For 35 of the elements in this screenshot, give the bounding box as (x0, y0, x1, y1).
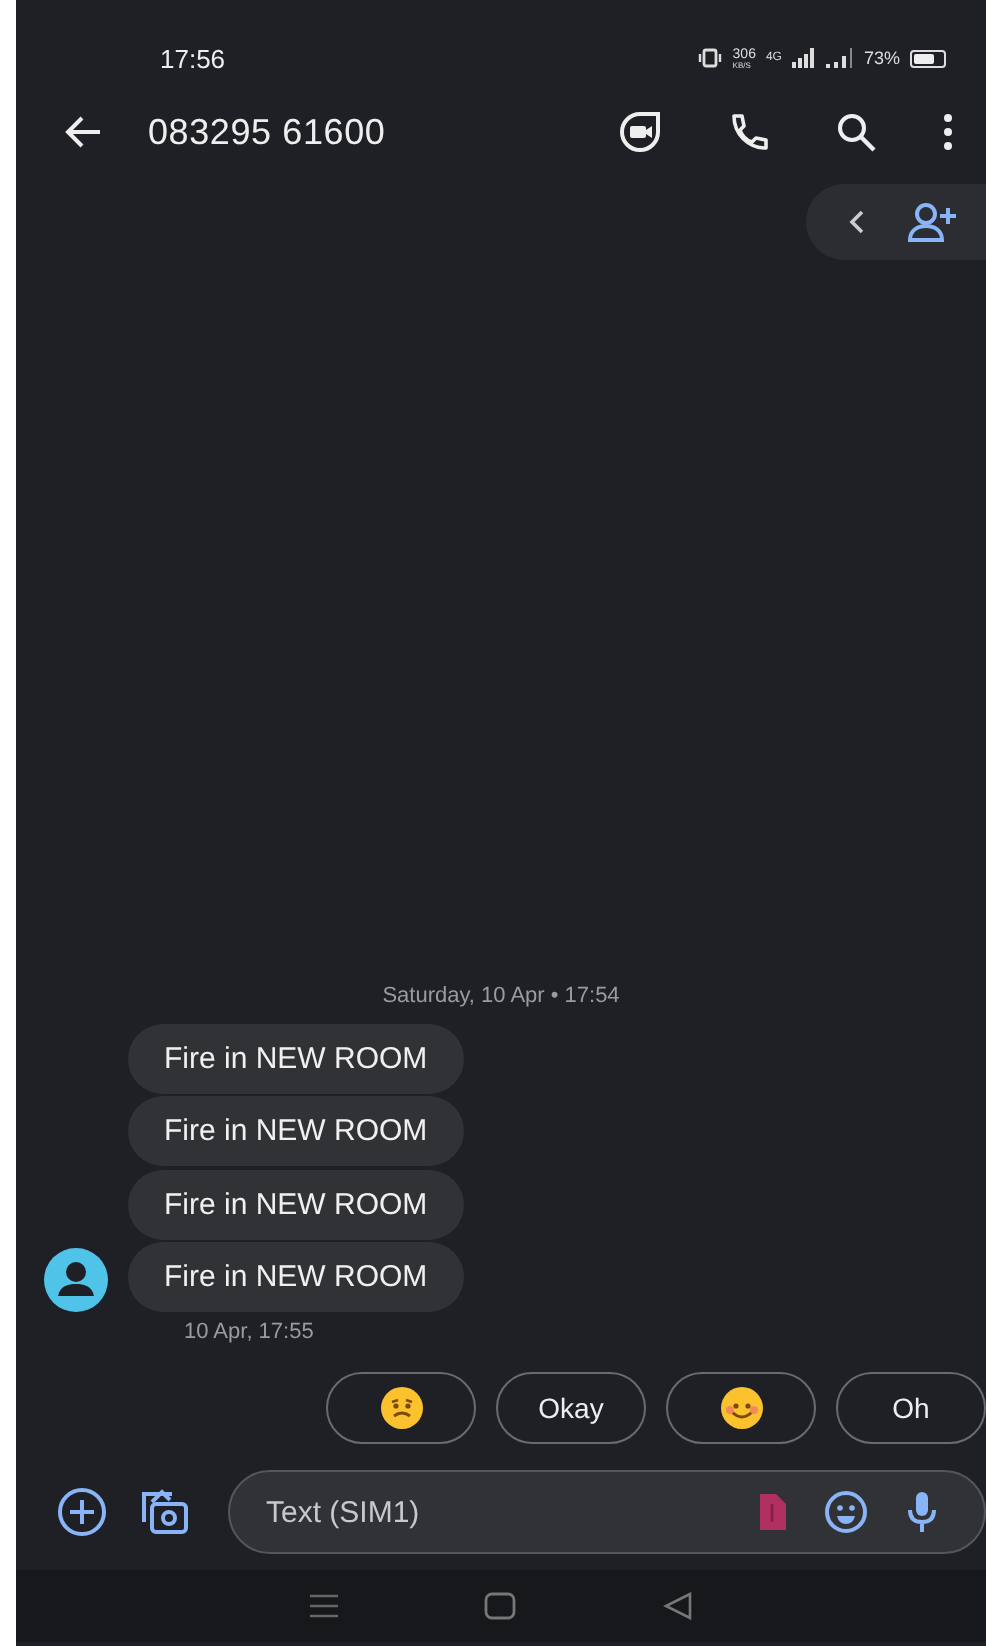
signal-icon (791, 48, 816, 68)
microphone-icon[interactable] (904, 1490, 940, 1534)
back-arrow-icon[interactable] (64, 112, 104, 152)
search-icon[interactable] (834, 110, 878, 154)
contact-number: 083295 61600 (148, 111, 388, 153)
battery-icon (910, 49, 946, 67)
message-bubble: Fire in NEW ROOM (128, 1169, 464, 1239)
signal-icon (825, 48, 854, 68)
emoji-icon[interactable] (824, 1490, 868, 1534)
worried-face-icon (379, 1386, 423, 1430)
clock-time: 17:56 (160, 43, 226, 73)
message-bubble: Fire in NEW ROOM (128, 1096, 464, 1166)
menu-icon[interactable] (308, 1594, 341, 1618)
smiling-face-icon (719, 1386, 763, 1430)
message-timestamp: 10 Apr, 17:55 (182, 1320, 316, 1344)
vibrate-icon (698, 48, 723, 68)
more-options-icon[interactable] (942, 110, 954, 154)
add-icon[interactable] (56, 1486, 108, 1538)
home-icon[interactable] (484, 1592, 517, 1620)
message-field[interactable]: Text (SIM1) (228, 1470, 986, 1554)
chevron-left-icon[interactable] (846, 208, 866, 236)
phone-icon[interactable] (726, 110, 770, 154)
message-bubble: Fire in NEW ROOM (128, 1242, 464, 1312)
message-input[interactable]: Text (SIM1) (262, 1493, 720, 1531)
suggestion-chip[interactable]: Oh (836, 1372, 986, 1444)
gallery-icon[interactable] (136, 1486, 192, 1538)
video-call-icon[interactable] (618, 110, 662, 154)
message-bubble: Fire in NEW ROOM (128, 1023, 464, 1093)
add-person-icon[interactable] (906, 200, 958, 244)
suggestion-chip[interactable] (666, 1372, 816, 1444)
suggestion-chip[interactable] (326, 1372, 476, 1444)
battery-percent: 73% (863, 48, 900, 68)
back-icon[interactable] (661, 1592, 694, 1620)
suggestion-chip[interactable]: Okay (496, 1372, 646, 1444)
date-divider: Saturday, 10 Apr • 17:54 (380, 983, 622, 1007)
